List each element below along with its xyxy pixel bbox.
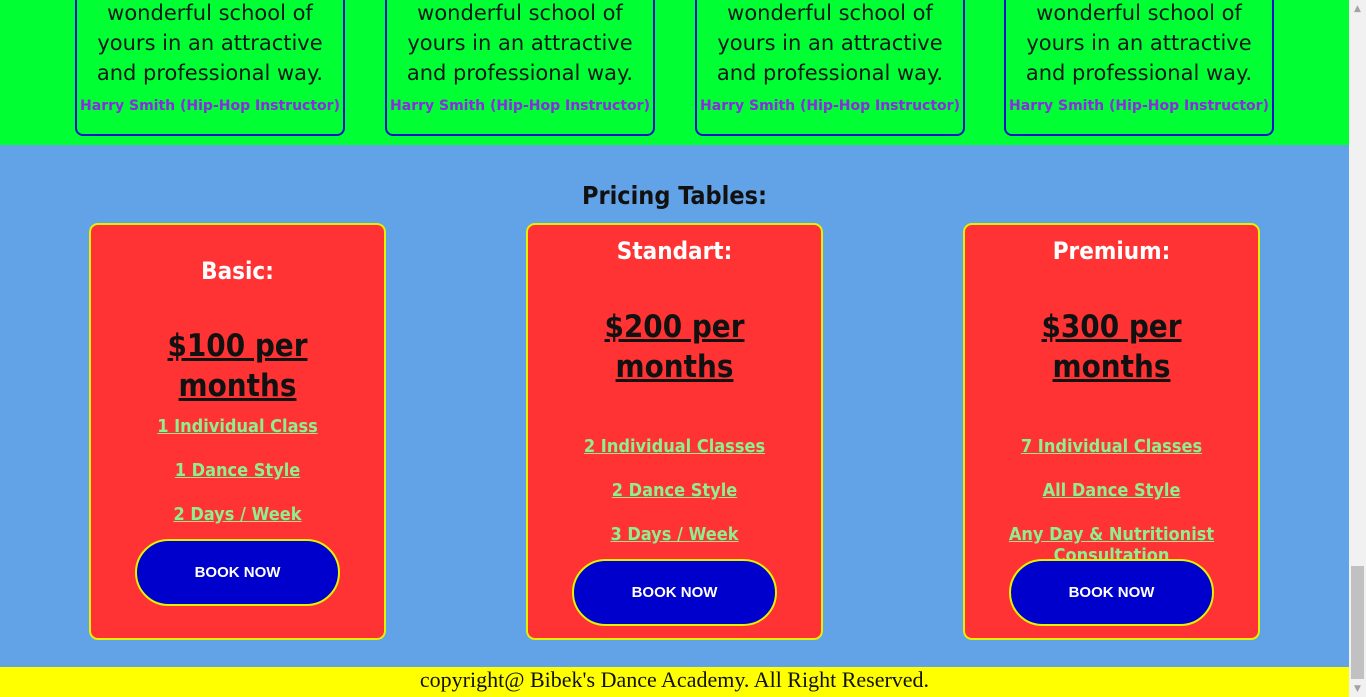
testimonial-quote: wonderful school of yours in an attracti… [1025, 1, 1253, 85]
plan-feature-link[interactable]: 2 Dance Style [528, 480, 821, 501]
plan-feature-link[interactable]: 2 Individual Classes [528, 436, 821, 457]
book-now-button[interactable]: BOOK NOW [572, 559, 777, 626]
testimonial-card: wonderful school of yours in an attracti… [75, 0, 345, 136]
testimonial-card: wonderful school of yours in an attracti… [1004, 0, 1274, 136]
plan-feature-link[interactable]: All Dance Style [965, 480, 1258, 501]
plan-feature-link[interactable]: 7 Individual Classes [965, 436, 1258, 457]
plan-card-standart: Standart: $200 per months 2 Individual C… [526, 223, 823, 640]
pricing-section: Pricing Tables: Basic: $100 per months 1… [0, 145, 1349, 667]
testimonial-card: wonderful school of yours in an attracti… [695, 0, 965, 136]
testimonial-author: Harry Smith (Hip-Hop Instructor) [80, 98, 340, 114]
plan-price: $200 per months [604, 309, 745, 385]
testimonial-quote: wonderful school of yours in an attracti… [96, 1, 324, 85]
testimonial-quote: wonderful school of yours in an attracti… [406, 1, 634, 85]
plan-feature-link[interactable]: 1 Individual Class [91, 416, 384, 437]
testimonial-quote: wonderful school of yours in an attracti… [716, 1, 944, 85]
testimonial-author: Harry Smith (Hip-Hop Instructor) [1009, 98, 1269, 114]
plan-name: Basic: [201, 257, 274, 285]
plan-feature-link[interactable]: 1 Dance Style [91, 460, 384, 481]
plan-card-premium: Premium: $300 per months 7 Individual Cl… [963, 223, 1260, 640]
testimonials-section: wonderful school of yours in an attracti… [0, 0, 1349, 145]
testimonial-author: Harry Smith (Hip-Hop Instructor) [700, 98, 960, 114]
testimonial-card: wonderful school of yours in an attracti… [385, 0, 655, 136]
copyright-text: copyright@ Bibek's Dance Academy. All Ri… [419, 667, 930, 692]
testimonial-author: Harry Smith (Hip-Hop Instructor) [390, 98, 650, 114]
plan-name: Premium: [1052, 237, 1171, 265]
pricing-title: Pricing Tables: [582, 181, 767, 210]
plan-name: Standart: [616, 237, 733, 265]
plan-feature-link[interactable]: 3 Days / Week [528, 524, 821, 545]
vertical-scrollbar[interactable]: ▲ ▼ [1349, 0, 1366, 697]
book-now-button[interactable]: BOOK NOW [1009, 559, 1214, 626]
plan-price: $100 per months [167, 328, 308, 404]
scroll-up-arrow-icon[interactable]: ▲ [1349, 0, 1366, 17]
plan-card-basic: Basic: $100 per months 1 Individual Clas… [89, 223, 386, 640]
plan-price: $300 per months [1041, 309, 1182, 385]
footer: copyright@ Bibek's Dance Academy. All Ri… [0, 667, 1349, 697]
book-now-button[interactable]: BOOK NOW [135, 539, 340, 606]
scroll-down-arrow-icon[interactable]: ▼ [1349, 680, 1366, 697]
scrollbar-thumb[interactable] [1351, 566, 1364, 679]
plan-feature-link[interactable]: 2 Days / Week [91, 504, 384, 525]
